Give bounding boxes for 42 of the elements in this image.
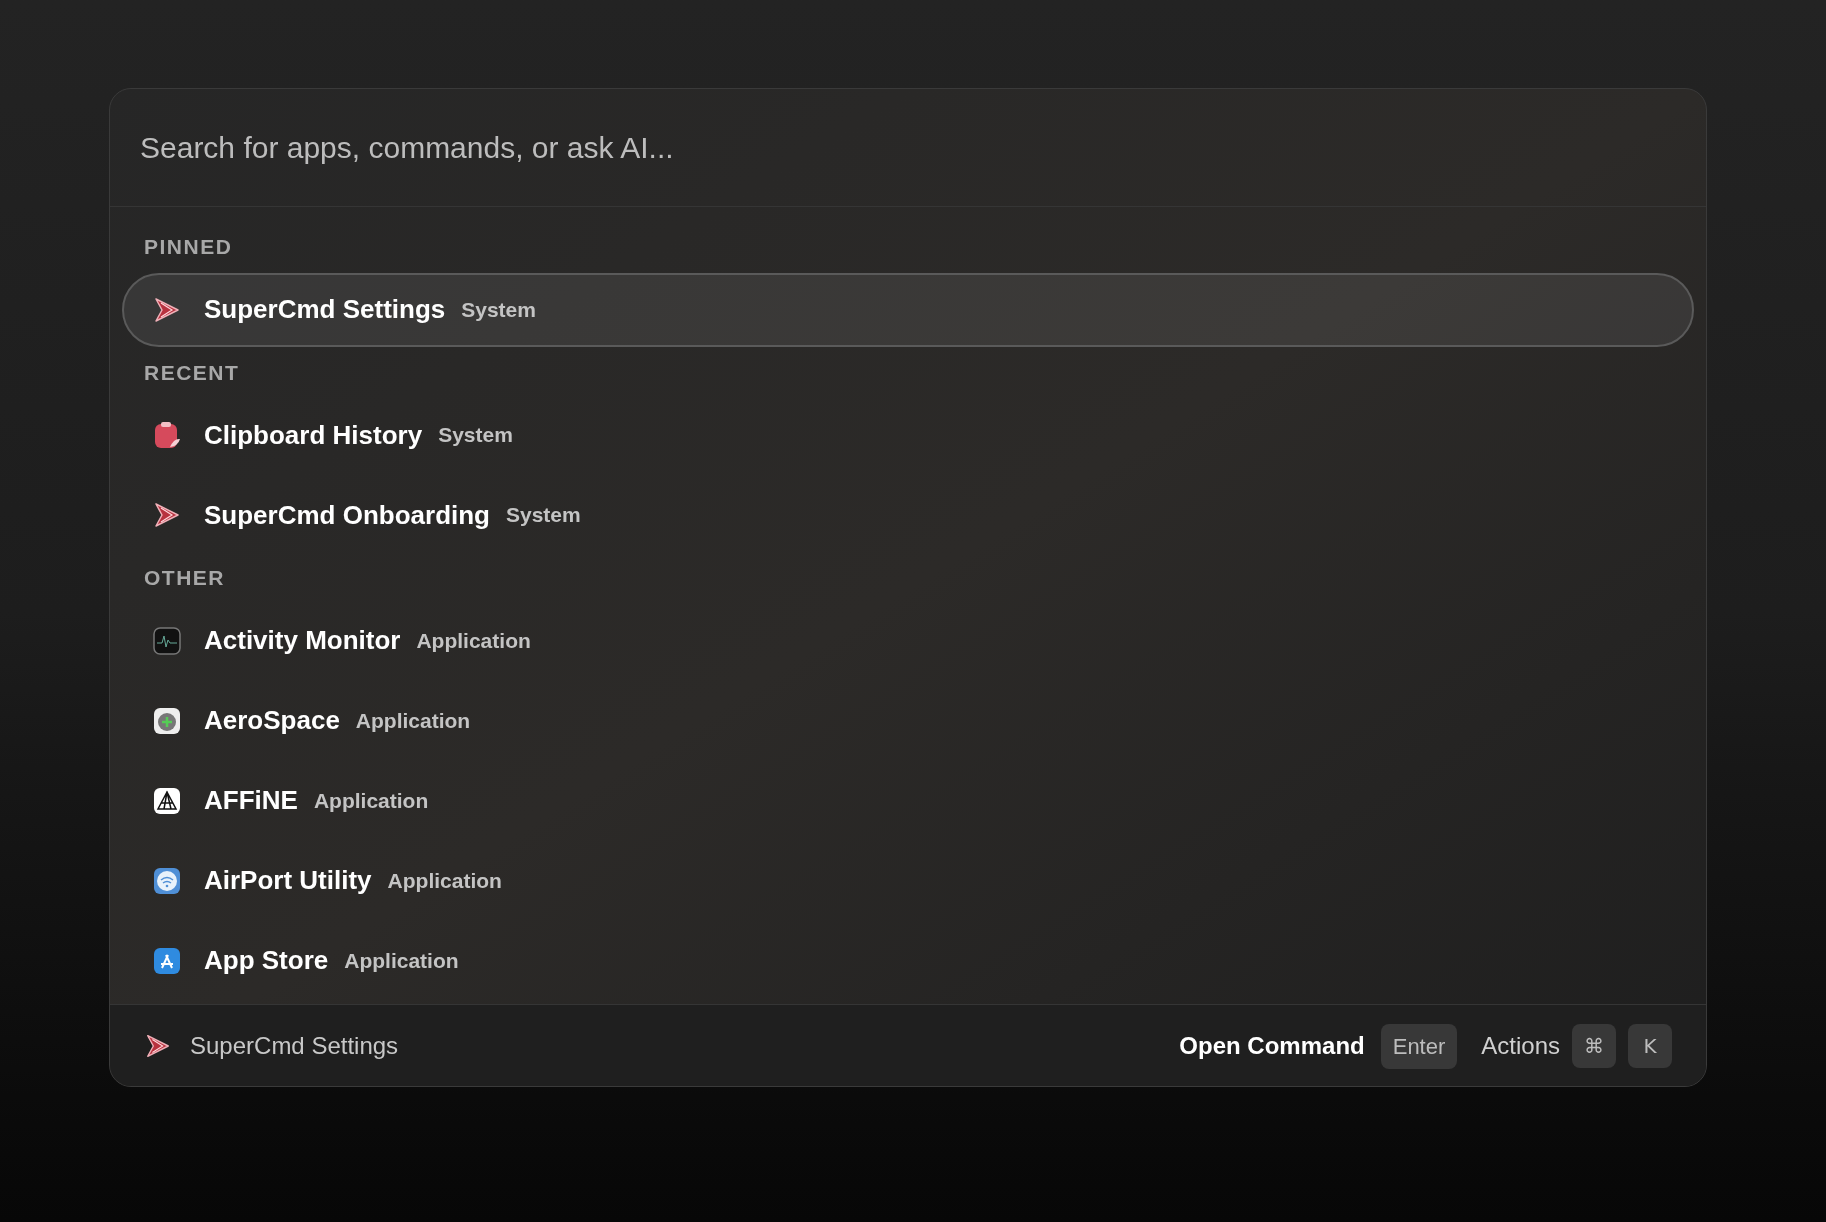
item-type: Application: [387, 867, 502, 894]
open-command-button[interactable]: Open Command: [1179, 1028, 1365, 1064]
section-heading: RECENT: [144, 359, 240, 386]
shortcut-key: ⌘: [1572, 1024, 1616, 1068]
clipboard-icon: [152, 420, 182, 450]
item-type: Application: [416, 627, 531, 654]
triangle-logo-icon: [152, 785, 182, 816]
item-title: App Store: [204, 944, 329, 977]
result-item[interactable]: AirPort Utility Application: [122, 843, 1694, 918]
wifi-icon: [152, 865, 182, 896]
chevron-logo-icon: [152, 500, 182, 530]
result-item[interactable]: Clipboard History System: [122, 398, 1694, 472]
item-title: AirPort Utility: [204, 864, 372, 897]
calculator-icon: [152, 705, 182, 736]
app-store-icon: [152, 945, 182, 976]
actions-button[interactable]: Actions: [1481, 1028, 1560, 1064]
item-type: System: [506, 502, 581, 529]
enter-key: Enter: [1380, 1023, 1458, 1069]
item-type: Application: [313, 787, 429, 814]
item-title: SuperCmd Settings: [204, 293, 446, 326]
item-title: Clipboard History: [204, 418, 423, 452]
section-heading: PINNED: [144, 234, 233, 260]
item-type: System: [438, 422, 513, 449]
item-title: SuperCmd Onboarding: [204, 498, 490, 532]
result-item[interactable]: SuperCmd Settings System: [122, 272, 1694, 347]
item-title: Activity Monitor: [204, 624, 401, 657]
result-item[interactable]: AFFiNE Application: [122, 763, 1694, 838]
current-command-label: SuperCmd Settings: [190, 1031, 399, 1061]
result-item[interactable]: SuperCmd Onboarding System: [122, 478, 1694, 552]
item-type: System: [461, 296, 536, 323]
shortcut-key: K: [1628, 1024, 1672, 1068]
chevron-logo-icon: [144, 1032, 172, 1060]
item-type: Application: [355, 707, 471, 734]
result-item[interactable]: Activity Monitor Application: [122, 603, 1694, 678]
section-heading: OTHER: [144, 565, 225, 591]
item-title: AFFiNE: [204, 784, 298, 817]
activity-graph-icon: [152, 625, 182, 656]
result-item[interactable]: App Store Application: [122, 923, 1694, 998]
result-item[interactable]: AeroSpace Application: [122, 683, 1694, 758]
search-field[interactable]: Search for apps, commands, or ask AI...: [140, 125, 1676, 170]
item-type: Application: [344, 947, 459, 974]
item-title: AeroSpace: [204, 704, 340, 737]
